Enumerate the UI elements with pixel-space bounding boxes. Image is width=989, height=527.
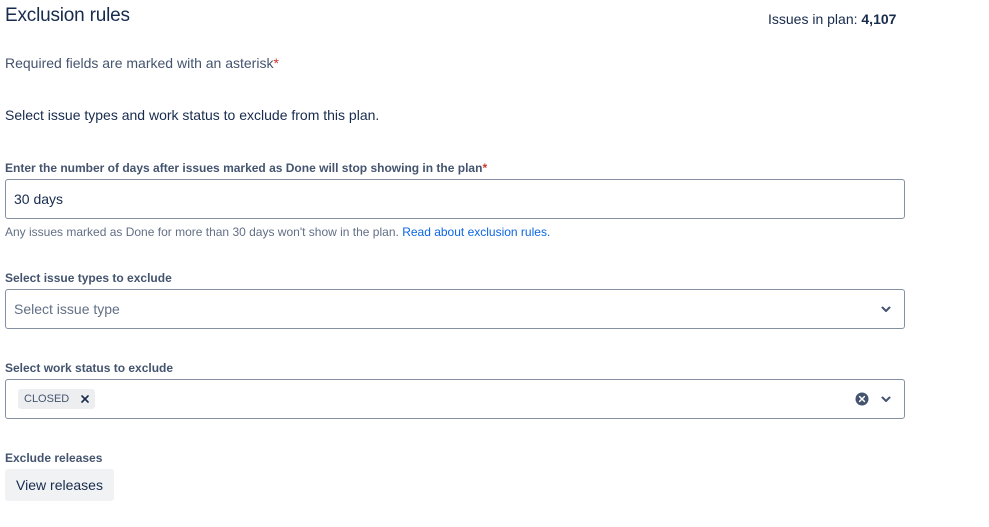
close-icon[interactable] (79, 393, 91, 405)
issue-type-select[interactable]: Select issue type (5, 289, 905, 329)
status-tag-closed: CLOSED (18, 389, 96, 409)
page-title: Exclusion rules (5, 5, 130, 26)
issues-in-plan-label: Issues in plan: (768, 11, 858, 27)
status-tag-label: CLOSED (24, 393, 70, 405)
view-releases-button[interactable]: View releases (5, 469, 114, 501)
required-asterisk: * (482, 161, 488, 175)
intro-text: Select issue types and work status to ex… (5, 107, 380, 123)
required-note-text: Required fields are marked with an aster… (5, 55, 274, 71)
issue-types-label: Select issue types to exclude (5, 271, 172, 285)
days-input[interactable] (5, 179, 905, 219)
issue-type-placeholder: Select issue type (14, 301, 120, 317)
days-helper-text: Any issues marked as Done for more than … (5, 225, 399, 239)
required-fields-note: Required fields are marked with an aster… (5, 55, 279, 71)
issues-in-plan: Issues in plan: 4,107 (768, 11, 896, 27)
chevron-down-icon[interactable] (876, 389, 896, 409)
chevron-down-icon[interactable] (876, 299, 896, 319)
required-asterisk: * (273, 55, 279, 71)
exclusion-rules-link[interactable]: Read about exclusion rules. (402, 225, 550, 239)
work-status-label: Select work status to exclude (5, 361, 174, 375)
issues-in-plan-count: 4,107 (861, 11, 897, 27)
exclude-releases-label: Exclude releases (5, 451, 103, 465)
days-field-label-text: Enter the number of days after issues ma… (5, 161, 483, 175)
days-helper: Any issues marked as Done for more than … (5, 225, 550, 239)
clear-circle-icon[interactable] (854, 391, 870, 407)
days-field-label: Enter the number of days after issues ma… (5, 161, 487, 175)
work-status-select[interactable]: CLOSED (5, 379, 905, 419)
